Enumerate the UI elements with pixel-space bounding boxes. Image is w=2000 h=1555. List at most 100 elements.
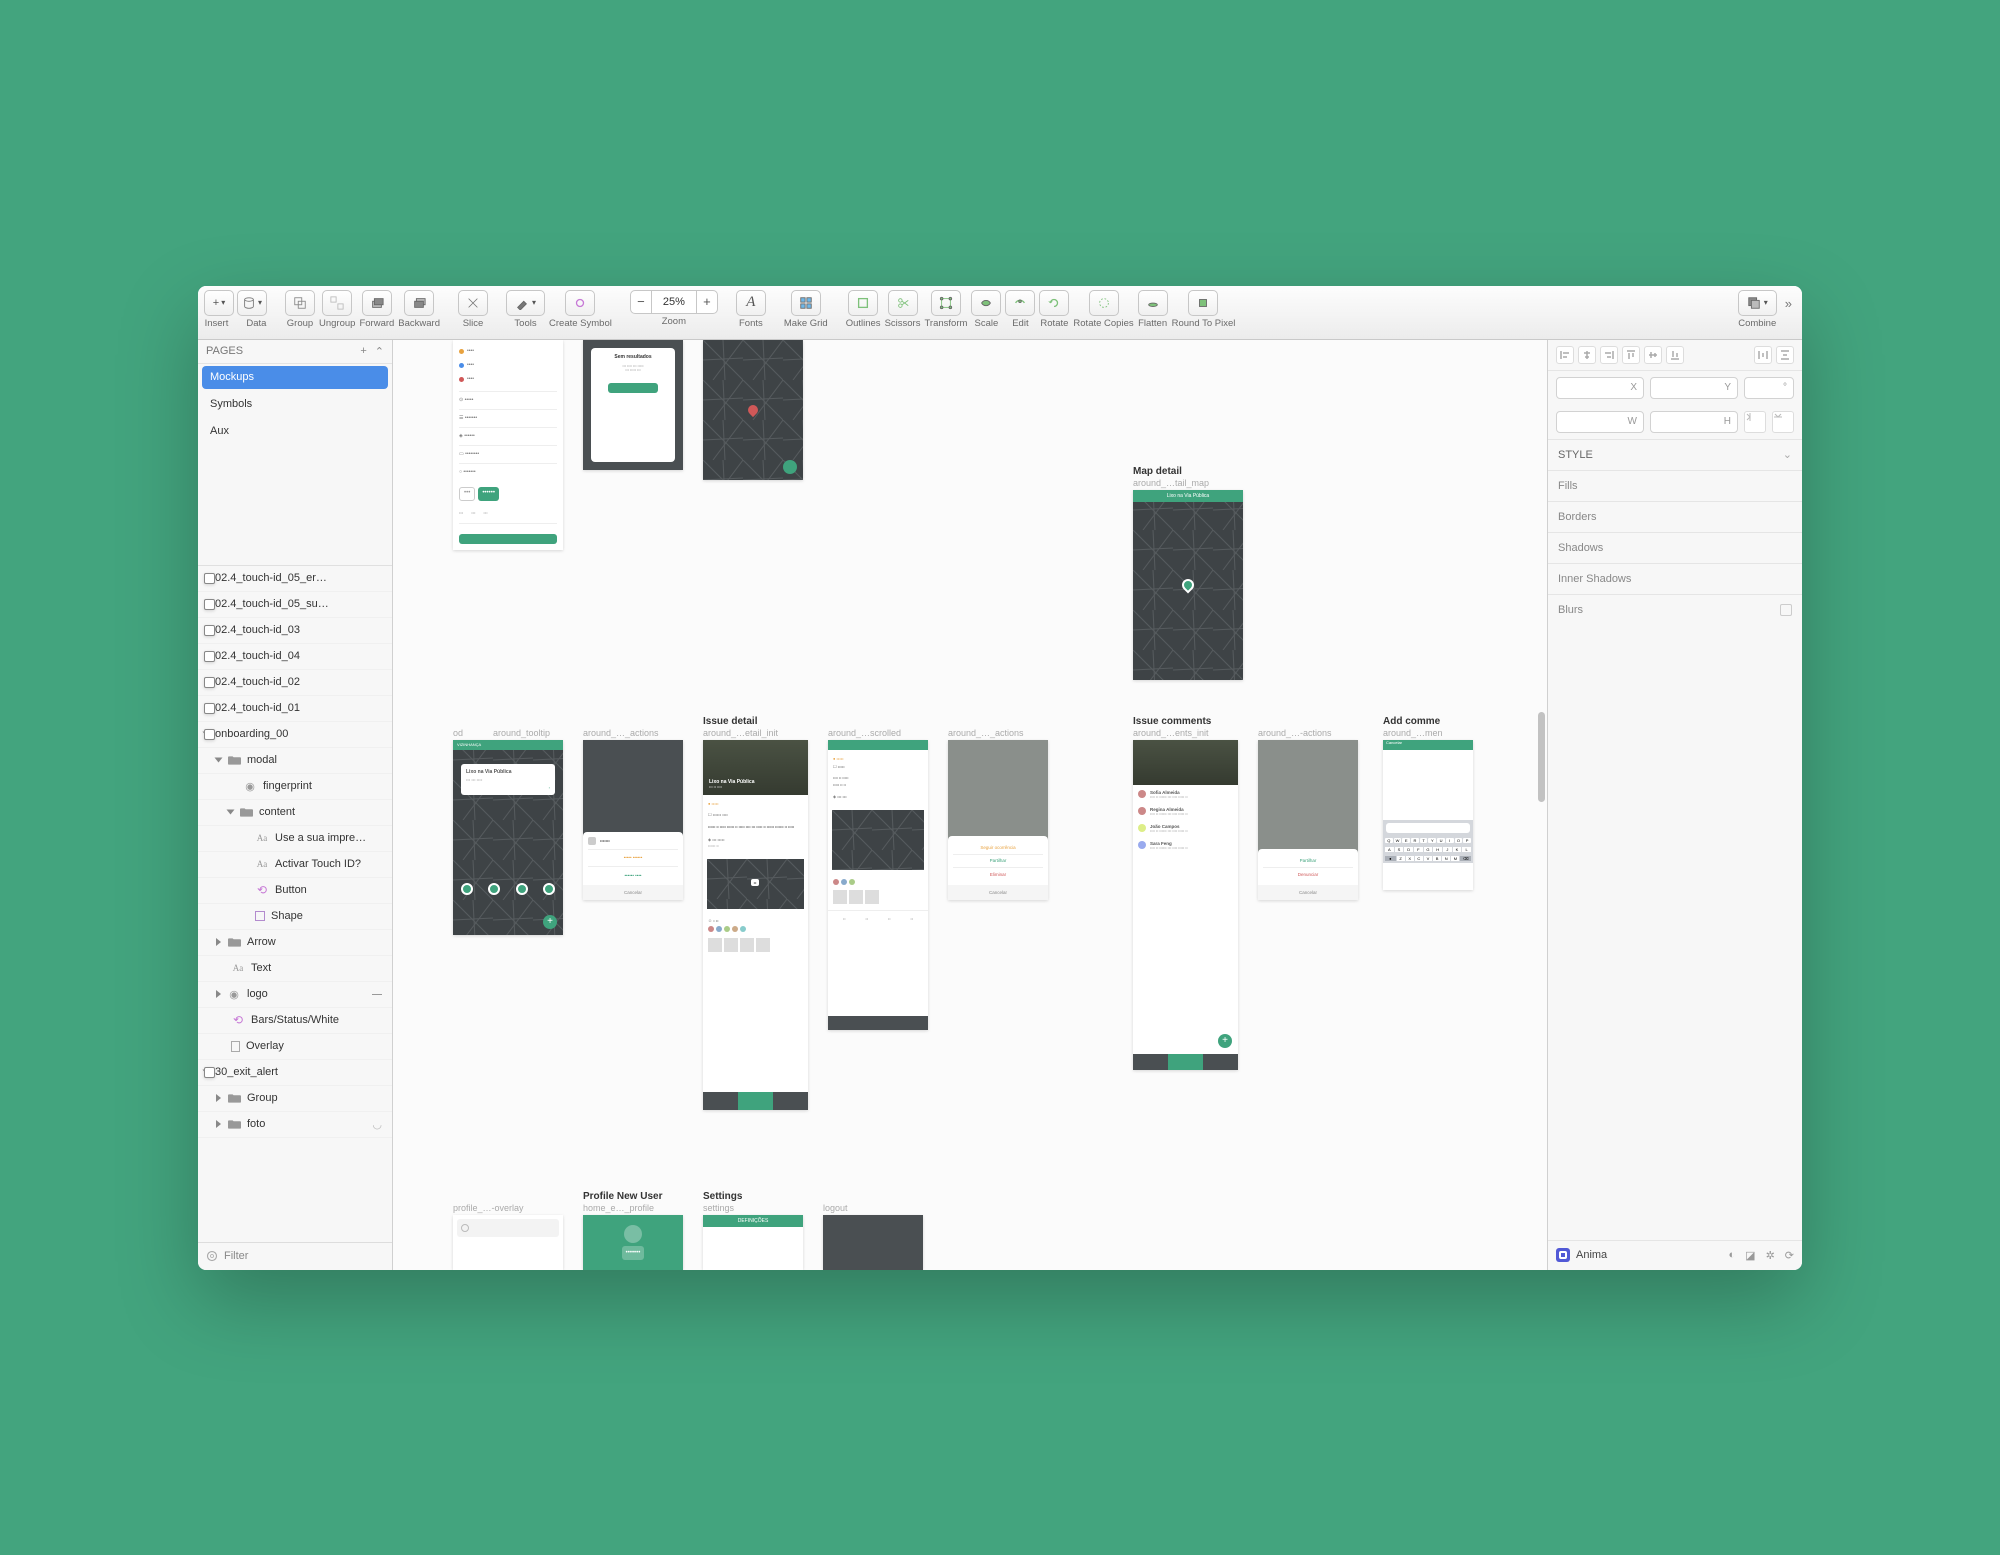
inner-shadows-header[interactable]: Inner Shadows [1548, 564, 1802, 594]
refresh-icon[interactable]: ⟳ [1785, 1249, 1794, 1262]
flip-v-button[interactable] [1772, 411, 1794, 433]
shadows-header[interactable]: Shadows [1548, 533, 1802, 563]
make-grid-button[interactable] [791, 290, 821, 316]
layer-item[interactable]: ⟲Button [198, 878, 392, 904]
artboard[interactable]: Sem resultados ••• •••• ••• •••••••• •••… [583, 340, 683, 470]
layer-item[interactable]: onboarding_00 [198, 722, 392, 748]
layer-item[interactable]: Overlay [198, 1034, 392, 1060]
rotate-copies-label: Rotate Copies [1073, 318, 1133, 329]
layer-item[interactable]: 02.4_touch-id_02 [198, 670, 392, 696]
flatten-button[interactable] [1138, 290, 1168, 316]
combine-button[interactable]: ▾ [1738, 290, 1777, 316]
artboard-around-actions[interactable]: ••••••• ••••• •••••• •••••• •••• Cancela… [583, 740, 683, 900]
create-symbol-button[interactable] [565, 290, 595, 316]
rotate-button[interactable] [1039, 290, 1069, 316]
edit-button[interactable] [1005, 290, 1035, 316]
tools-button[interactable]: ▾ [506, 290, 545, 316]
align-right-button[interactable] [1600, 346, 1618, 364]
layer-item[interactable]: foto◡ [198, 1112, 392, 1138]
layer-item[interactable]: modal [198, 748, 392, 774]
w-field[interactable]: W [1556, 411, 1644, 433]
chat-icon[interactable]: ◐ [1729, 1249, 1736, 1262]
data-button[interactable]: ▾ [237, 290, 267, 316]
layer-item[interactable]: 02.4_touch-id_05_er… [198, 566, 392, 592]
page-item-mockups[interactable]: Mockups [202, 366, 388, 389]
group-button[interactable] [285, 290, 315, 316]
layer-item[interactable]: content [198, 800, 392, 826]
align-bottom-button[interactable] [1666, 346, 1684, 364]
toolbar-overflow-icon[interactable]: » [1781, 290, 1796, 317]
outlines-button[interactable] [848, 290, 878, 316]
borders-header[interactable]: Borders [1548, 502, 1802, 532]
ungroup-button[interactable] [322, 290, 352, 316]
scrollbar-vertical[interactable] [1538, 712, 1545, 802]
rotation-field[interactable]: ° [1744, 377, 1794, 399]
layer-item[interactable]: Group [198, 1086, 392, 1112]
artboard-settings[interactable]: DEFINIÇÕES [703, 1215, 803, 1270]
distribute-h-button[interactable] [1754, 346, 1772, 364]
distribute-v-button[interactable] [1776, 346, 1794, 364]
y-field[interactable]: Y [1650, 377, 1738, 399]
backward-label: Backward [398, 318, 440, 329]
artboard-comments-actions[interactable]: Partilhar Denunciar Cancelar [1258, 740, 1358, 900]
artboard[interactable]: •••• •••• •••• ⊙ ••••• ☰ ••••••• ◈ •••••… [453, 340, 563, 550]
align-toolbar [1548, 340, 1802, 371]
transform-button[interactable] [931, 290, 961, 316]
page-item-aux[interactable]: Aux [198, 418, 392, 445]
align-top-button[interactable] [1622, 346, 1640, 364]
layer-item[interactable]: 02.4_touch-id_05_su… [198, 592, 392, 618]
canvas[interactable]: •••• •••• •••• ⊙ ••••• ☰ ••••••• ◈ •••••… [393, 340, 1547, 1270]
artboard-logout[interactable] [823, 1215, 923, 1270]
style-header[interactable]: STYLE⌄ [1548, 440, 1802, 470]
fills-header[interactable]: Fills [1548, 471, 1802, 501]
panel-icon[interactable]: ◪ [1745, 1249, 1755, 1262]
artboard-add-comment[interactable]: Cancelar QWERTYUIOP ASDFGHJKL ●ZXCVBNM⌫ [1383, 740, 1473, 890]
page-item-symbols[interactable]: Symbols [198, 391, 392, 418]
artboard-issue-scrolled[interactable]: ● ••••• ☐ ••••• •••• •• •••••••••• •• ••… [828, 740, 928, 1030]
align-left-button[interactable] [1556, 346, 1574, 364]
filter-bar[interactable]: Filter [198, 1242, 392, 1270]
layer-item[interactable]: Shape [198, 904, 392, 930]
x-field[interactable]: X [1556, 377, 1644, 399]
gear-icon[interactable]: ✲ [1766, 1249, 1775, 1262]
artboard-around-tooltip[interactable]: VIZINHANÇA Lixo na Via Pública ••• ••• •… [453, 740, 563, 935]
insert-button[interactable]: +▾ [204, 290, 234, 316]
align-center-v-button[interactable] [1644, 346, 1662, 364]
flip-h-button[interactable] [1744, 411, 1766, 433]
artboard-map-detail[interactable]: Lixo na Via Pública [1133, 490, 1243, 680]
artboard[interactable] [703, 340, 803, 480]
layer-item[interactable]: 30_exit_alert [198, 1060, 392, 1086]
blurs-header[interactable]: Blurs [1548, 595, 1802, 625]
backward-button[interactable] [404, 290, 434, 316]
zoom-value[interactable]: 25% [652, 290, 696, 314]
layer-item[interactable]: 02.4_touch-id_01 [198, 696, 392, 722]
fonts-button[interactable]: A [736, 290, 766, 316]
layer-item[interactable]: ◉logo [198, 982, 392, 1008]
zoom-out-button[interactable]: − [630, 290, 652, 314]
round-to-pixel-button[interactable] [1188, 290, 1218, 316]
artboard-issue-detail[interactable]: Lixo na Via Pública ••• •• •••• ● ••••• … [703, 740, 808, 1110]
layer-item[interactable]: Arrow [198, 930, 392, 956]
layer-item[interactable]: AaActivar Touch ID? [198, 852, 392, 878]
layer-item[interactable]: ⟲Bars/Status/White [198, 1008, 392, 1034]
artboard-profile-overlay[interactable] [453, 1215, 563, 1270]
scale-button[interactable] [971, 290, 1001, 316]
artboard-comments[interactable]: Sofia Almeida•••• •• •••••• ••• •••• •••… [1133, 740, 1238, 1070]
add-page-icon[interactable]: + [360, 345, 366, 358]
insert-group: +▾ ▾ InsertData [204, 290, 267, 329]
layer-item[interactable]: ◉fingerprint [198, 774, 392, 800]
layer-item[interactable]: AaText [198, 956, 392, 982]
artboard-profile[interactable]: ••••••• [583, 1215, 683, 1270]
align-center-h-button[interactable] [1578, 346, 1596, 364]
layer-item[interactable]: 02.4_touch-id_03 [198, 618, 392, 644]
collapse-pages-icon[interactable]: ⌃ [375, 345, 384, 358]
forward-button[interactable] [362, 290, 392, 316]
layer-item[interactable]: AaUse a sua impre… [198, 826, 392, 852]
rotate-copies-button[interactable] [1089, 290, 1119, 316]
slice-button[interactable] [458, 290, 488, 316]
h-field[interactable]: H [1650, 411, 1738, 433]
scissors-button[interactable] [888, 290, 918, 316]
artboard-issue-actions[interactable]: Seguir ocorrência Partilhar Eliminar Can… [948, 740, 1048, 900]
layer-item[interactable]: 02.4_touch-id_04 [198, 644, 392, 670]
zoom-in-button[interactable]: + [696, 290, 718, 314]
